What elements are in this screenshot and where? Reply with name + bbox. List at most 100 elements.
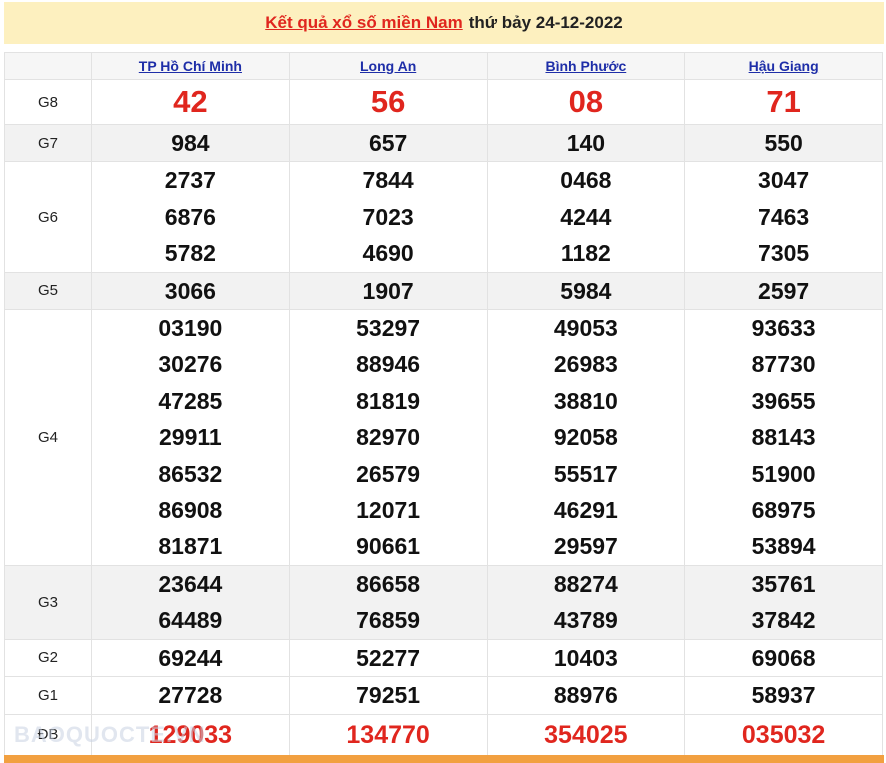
prize-number: 82970 [356,424,421,451]
prize-cell: 88976 [486,676,686,715]
province-link[interactable]: TP Hồ Chí Minh [139,58,242,74]
prize-cell: 56 [288,79,488,125]
prize-cell: 984 [91,123,290,163]
province-link[interactable]: Long An [360,58,416,74]
prize-number: 10403 [553,644,618,671]
prize-row-g8: G8 42 56 08 71 [4,79,883,125]
prize-number: 27728 [158,682,223,709]
prize-number: 88143 [751,424,816,451]
prize-label: G7 [4,123,92,163]
prize-row-g6: G6 2737 6876 5782 7844 7023 4690 0468 4244 1182 30… [4,161,883,273]
prize-cell: 140 [486,123,686,163]
prize-row-g7: G7 984 657 140 550 [4,123,883,163]
prize-cell: 27728 [91,676,290,715]
prize-number: 7305 [758,240,810,267]
prize-number: 5984 [560,277,612,304]
prize-number: 35761 [751,570,816,597]
province-link[interactable]: Hậu Giang [749,58,819,74]
province-header: TP Hồ Chí Minh [91,52,290,80]
prize-number: 2597 [758,277,810,304]
prize-row-g1: G1 27728 79251 88976 58937 [4,676,883,715]
prize-number: 3047 [758,167,810,194]
prize-cell: 86658 76859 [288,564,488,640]
prize-row-g4: G4 03190 30276 47285 29911 86532 86908 81871 532… [4,309,883,566]
prize-number: 984 [171,130,210,156]
prize-number: 93633 [751,315,816,342]
prize-number: 354025 [544,720,628,749]
prize-number: 3066 [164,277,216,304]
prize-cell: 58937 [684,676,883,715]
prize-number: 29597 [553,533,618,560]
prize-number: 657 [368,130,408,156]
prize-number: 52277 [356,644,421,671]
prize-number: 81871 [158,533,223,560]
prize-cell: 657 [288,123,488,163]
province-header-row: TP Hồ Chí Minh Long An Bình Phước Hậu Gi… [4,52,883,80]
province-link[interactable]: Bình Phước [545,58,626,74]
prize-row-db: ĐB 129033 134770 354025 035032 [4,713,883,756]
prize-cell: 88274 43789 [486,564,686,640]
province-header: Bình Phước [486,52,686,80]
prize-number: 86532 [158,460,223,487]
prize-number: 7463 [758,203,810,230]
prize-cell: 08 [486,79,686,125]
prize-cell: 3047 7463 7305 [684,161,883,273]
prize-number: 03190 [158,315,223,342]
prize-label: G8 [4,79,92,125]
prize-number: 5782 [164,240,216,267]
prize-cell: 71 [684,79,883,125]
prize-number: 37842 [751,607,816,634]
prize-number: 81819 [356,387,421,414]
results-title-link[interactable]: Kết quả xổ số miền Nam [265,13,462,33]
prize-number: 12071 [356,497,421,524]
prize-number: 08 [568,84,604,119]
prize-number: 69068 [751,644,816,671]
prize-number: 49053 [553,315,618,342]
prize-cell: 49053 26983 38810 92058 55517 46291 29597 [486,309,686,566]
footer-strip [4,755,884,763]
prize-number: 90661 [356,533,421,560]
prize-number: 64489 [158,607,223,634]
prize-cell: 3066 [91,271,290,311]
prize-number: 68975 [751,497,816,524]
prize-number: 53894 [751,533,816,560]
prize-number: 86908 [158,497,223,524]
prize-cell: 69244 [91,638,290,678]
prize-cell: 03190 30276 47285 29911 86532 86908 81871 [91,309,290,566]
prize-number: 88976 [553,682,618,709]
results-date: thứ bảy 24-12-2022 [468,13,623,32]
prize-label: G6 [4,161,92,273]
prize-cell: 53297 88946 81819 82970 26579 12071 90661 [288,309,488,566]
prize-cell: 42 [91,79,290,125]
prize-cell: 2737 6876 5782 [91,161,290,273]
prize-cell: 5984 [486,271,686,311]
prize-cell: 69068 [684,638,883,678]
prize-cell: 79251 [288,676,488,715]
prize-cell: 93633 87730 39655 88143 51900 68975 53894 [684,309,883,566]
prize-label: G2 [4,638,92,678]
prize-number: 92058 [553,424,618,451]
prize-label: G5 [4,271,92,311]
prize-number: 38810 [553,387,618,414]
prize-cell: 134770 [288,713,488,756]
prize-number: 0468 [560,167,612,194]
prize-number: 4690 [362,240,414,267]
prize-cell: 354025 [486,713,686,756]
prize-number: 71 [766,84,801,119]
prize-number: 7844 [362,167,414,194]
prize-number: 23644 [158,570,223,597]
results-header: Kết quả xổ số miền Nam thứ bảy 24-12-202… [4,2,884,44]
results-table: TP Hồ Chí Minh Long An Bình Phước Hậu Gi… [4,52,883,756]
prize-number: 51900 [751,460,816,487]
prize-label: G3 [4,564,92,640]
prize-number: 1182 [560,240,611,267]
prize-number: 76859 [356,607,421,634]
prize-label: ĐB [4,713,92,756]
prize-number: 47285 [158,387,223,414]
prize-number: 30276 [158,351,223,378]
prize-number: 53297 [356,315,421,342]
prize-number: 88946 [356,351,421,378]
prize-number: 29911 [159,424,222,451]
prize-number: 58937 [751,682,816,709]
prize-label: G1 [4,676,92,715]
